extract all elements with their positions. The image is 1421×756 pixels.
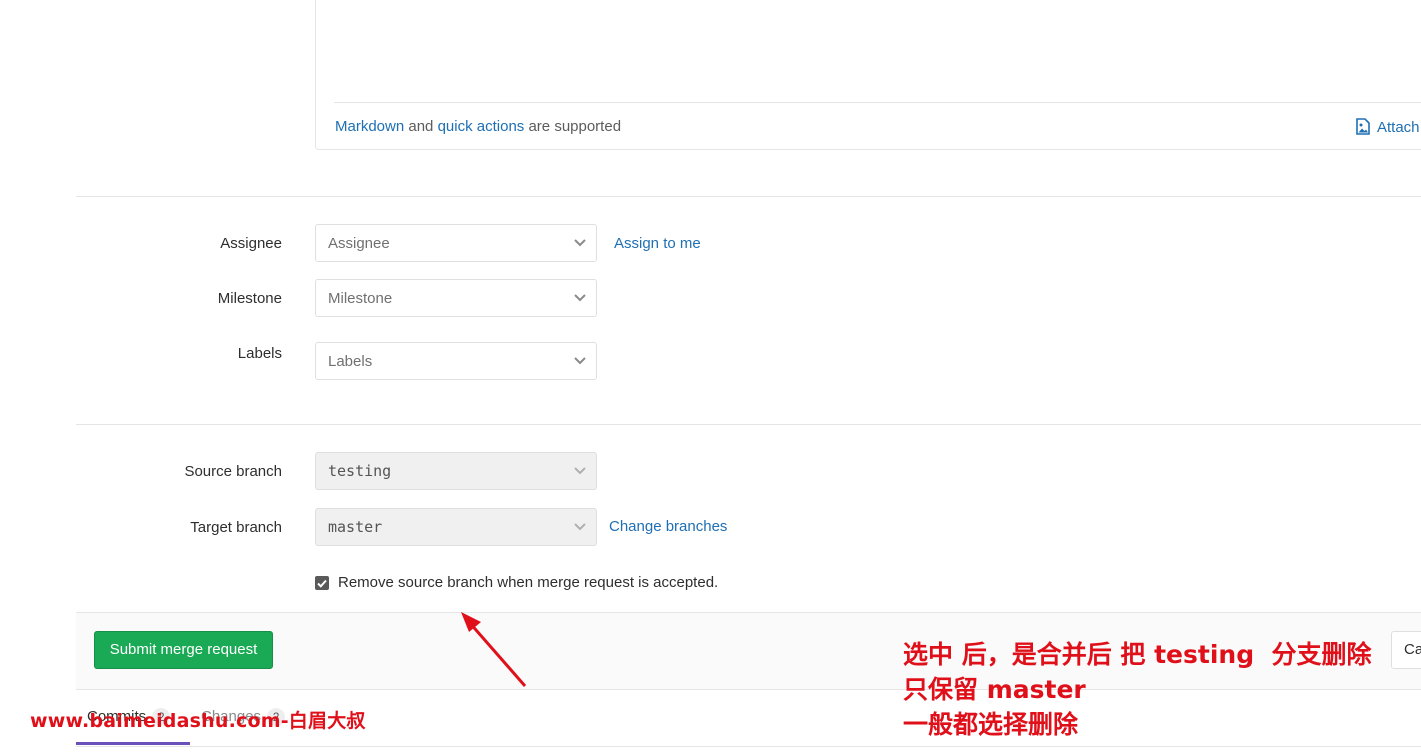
remove-source-branch-label: Remove source branch when merge request … (338, 574, 719, 591)
assignee-label: Assignee (220, 235, 282, 252)
milestone-label: Milestone (217, 290, 282, 307)
milestone-placeholder: Milestone (328, 290, 393, 307)
chevron-down-icon (574, 239, 586, 247)
cancel-button[interactable]: Cancel (1391, 631, 1421, 669)
editor-divider (334, 102, 1421, 103)
markdown-hint: Markdown and quick actions are supported (335, 118, 621, 135)
supported-text: are supported (528, 118, 622, 135)
chevron-down-icon (574, 523, 586, 531)
annotation-line-2: 只保留 master (903, 675, 1086, 704)
source-branch-label: Source branch (184, 463, 282, 480)
change-branches-link[interactable]: Change branches (609, 518, 727, 535)
description-editor[interactable]: Markdown and quick actions are supported… (315, 0, 1421, 150)
source-branch-value: testing (328, 462, 392, 480)
labels-placeholder: Labels (328, 353, 373, 370)
chevron-down-icon (574, 294, 586, 302)
checkmark-icon (317, 579, 327, 588)
labels-dropdown[interactable]: Labels (315, 342, 597, 380)
watermark-text: www.baimeidashu.com-白眉大叔 (30, 710, 366, 732)
target-branch-label: Target branch (190, 519, 282, 536)
assignee-dropdown[interactable]: Assignee (315, 224, 597, 262)
and-text: and (408, 118, 434, 135)
attach-label: Attach (1377, 119, 1420, 136)
assignee-placeholder: Assignee (328, 235, 390, 252)
section-divider (76, 424, 1421, 425)
annotation-line-3: 一般都选择删除 (903, 710, 1079, 739)
quick-actions-link[interactable]: quick actions (438, 118, 525, 135)
assign-to-me-link[interactable]: Assign to me (614, 235, 701, 252)
attach-file-button[interactable]: Attach (1355, 118, 1420, 136)
labels-label: Labels (237, 345, 282, 362)
chevron-down-icon (574, 467, 586, 475)
markdown-link[interactable]: Markdown (335, 118, 404, 135)
section-divider (76, 196, 1421, 197)
milestone-dropdown[interactable]: Milestone (315, 279, 597, 317)
target-branch-dropdown: master (315, 508, 597, 546)
remove-source-branch-checkbox[interactable] (315, 576, 329, 590)
annotation-arrow-icon (461, 612, 527, 687)
submit-merge-request-button[interactable]: Submit merge request (94, 631, 273, 669)
chevron-down-icon (574, 357, 586, 365)
annotation-line-1: 选中 后，是合并后 把 testing 分支删除 (903, 640, 1372, 669)
active-tab-indicator (76, 742, 190, 745)
target-branch-value: master (328, 518, 383, 536)
source-branch-dropdown: testing (315, 452, 597, 490)
image-file-icon (1356, 118, 1370, 135)
